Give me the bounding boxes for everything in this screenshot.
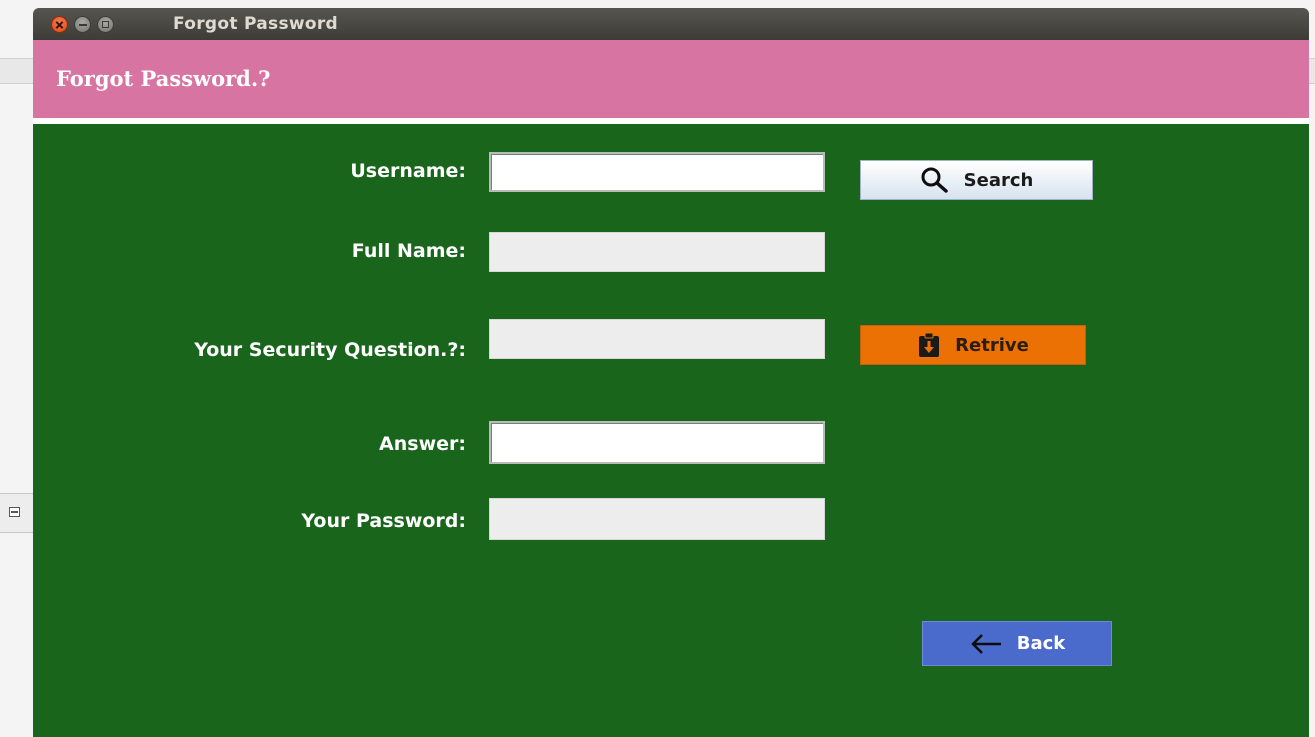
password-field[interactable] [489, 498, 825, 540]
forgot-password-window: Forgot Password Forgot Password.? Userna… [33, 8, 1309, 737]
page-header: Forgot Password.? [33, 40, 1309, 118]
window-minimize-button[interactable] [74, 16, 91, 33]
answer-label: Answer: [379, 433, 466, 455]
back-button[interactable]: Back [922, 621, 1112, 666]
window-titlebar[interactable]: Forgot Password [33, 8, 1309, 40]
window-close-button[interactable] [51, 16, 68, 33]
password-label: Your Password: [301, 510, 466, 532]
answer-input[interactable] [489, 421, 825, 464]
clipboard-download-icon [917, 332, 941, 358]
desktop-background: Forgot Password Forgot Password.? Userna… [0, 0, 1315, 737]
minimize-panel-icon [9, 507, 20, 517]
back-button-label: Back [1016, 633, 1066, 654]
username-label: Username: [350, 160, 466, 182]
retrive-button-label: Retrive [955, 334, 1029, 356]
search-button-label: Search [963, 169, 1034, 191]
page-title: Forgot Password.? [56, 66, 271, 91]
window-maximize-button[interactable] [97, 16, 114, 33]
username-input[interactable] [489, 152, 825, 192]
fullname-field[interactable] [489, 232, 825, 272]
search-button[interactable]: Search [860, 160, 1093, 200]
form-panel: Username: Search Full Name: Your Securit… [33, 124, 1309, 737]
security-question-label: Your Security Question.?: [194, 339, 466, 361]
fullname-label: Full Name: [351, 240, 466, 262]
background-window-handle[interactable] [0, 493, 34, 533]
search-icon [920, 166, 950, 194]
window-title: Forgot Password [173, 14, 339, 34]
background-window-toolbar [0, 58, 36, 84]
arrow-left-icon [969, 633, 1003, 655]
retrive-button[interactable]: Retrive [860, 325, 1086, 365]
security-question-field[interactable] [489, 319, 825, 359]
